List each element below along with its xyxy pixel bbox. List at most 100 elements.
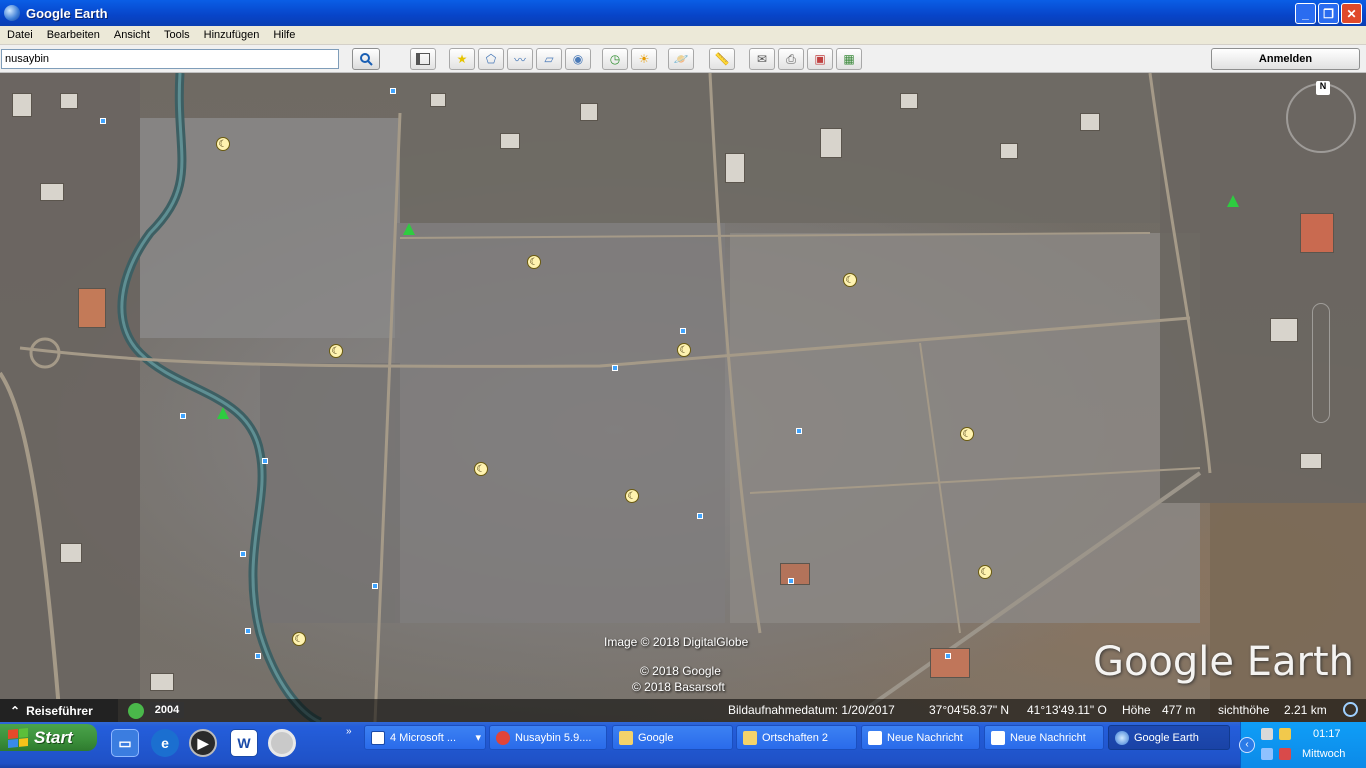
historical-imagery-button[interactable]: ◷ bbox=[602, 48, 628, 70]
task-mail-2[interactable]: Neue Nachricht bbox=[984, 725, 1104, 750]
earth-map-view[interactable]: ☾ ☾ ☾ ☾ ☾ ☾ ☾ ☾ ☾ ☾ N Image © 2018 Digit… bbox=[0, 73, 1366, 722]
sidebar-toggle-button[interactable] bbox=[410, 48, 436, 70]
tray-expand-icon[interactable]: ‹ bbox=[1239, 737, 1255, 753]
photo-pin[interactable] bbox=[697, 513, 703, 519]
login-button[interactable]: Anmelden bbox=[1211, 48, 1360, 70]
internet-explorer-icon[interactable]: e bbox=[151, 729, 179, 757]
park-marker[interactable] bbox=[217, 407, 229, 419]
menu-bearbeiten[interactable]: Bearbeiten bbox=[40, 29, 107, 41]
email-button[interactable]: ✉ bbox=[749, 48, 775, 70]
menu-hinzufuegen[interactable]: Hinzufügen bbox=[197, 29, 267, 41]
clock-icon: ◷ bbox=[609, 52, 621, 66]
task-word[interactable]: 4 Microsoft ... ▾ bbox=[364, 725, 486, 750]
menu-tools[interactable]: Tools bbox=[157, 29, 197, 41]
mosque-marker[interactable]: ☾ bbox=[292, 632, 306, 646]
media-player-icon[interactable]: ▶ bbox=[189, 729, 217, 757]
menu-hilfe[interactable]: Hilfe bbox=[266, 29, 302, 41]
save-image-button[interactable]: ▣ bbox=[807, 48, 833, 70]
photo-pin[interactable] bbox=[680, 328, 686, 334]
menu-datei[interactable]: Datei bbox=[0, 29, 40, 41]
photo-pin[interactable] bbox=[788, 578, 794, 584]
toolbar: ★ ⬠ 〰 ▱ ◉ ◷ ☀ 🪐 📏 ✉ ⎙ ▣ ▦ Anmelden bbox=[0, 45, 1366, 73]
window-title: Google Earth bbox=[26, 5, 108, 21]
polygon-icon: ⬠ bbox=[485, 52, 497, 66]
path-icon: 〰 bbox=[513, 52, 526, 67]
task-mail-1[interactable]: Neue Nachricht bbox=[861, 725, 980, 750]
zoom-slider[interactable] bbox=[1312, 303, 1330, 423]
menu-ansicht[interactable]: Ansicht bbox=[107, 29, 157, 41]
historical-clock-icon[interactable] bbox=[128, 703, 144, 719]
expand-icon: ⌃ bbox=[10, 703, 21, 718]
minimize-button[interactable]: _ bbox=[1295, 3, 1316, 24]
show-desktop-icon[interactable]: ▭ bbox=[111, 729, 139, 757]
tour-guide-button[interactable]: ⌃ Reiseführer bbox=[0, 699, 118, 722]
start-label: Start bbox=[34, 727, 73, 747]
start-button[interactable]: Start bbox=[0, 724, 97, 751]
mosque-marker[interactable]: ☾ bbox=[677, 343, 691, 357]
save-image-icon: ▣ bbox=[814, 52, 826, 66]
task-label: 4 Microsoft ... bbox=[390, 731, 457, 744]
north-indicator[interactable]: N bbox=[1316, 81, 1330, 95]
park-marker[interactable] bbox=[403, 223, 415, 235]
photo-pin[interactable] bbox=[255, 653, 261, 659]
photo-pin[interactable] bbox=[372, 583, 378, 589]
eye-altitude-label: sichthöhe bbox=[1218, 703, 1270, 717]
task-chrome[interactable]: Nusaybin 5.9.... bbox=[489, 725, 607, 750]
photo-pin[interactable] bbox=[180, 413, 186, 419]
photo-pin[interactable] bbox=[240, 551, 246, 557]
mosque-marker[interactable]: ☾ bbox=[625, 489, 639, 503]
mosque-marker[interactable]: ☾ bbox=[474, 462, 488, 476]
imagery-year[interactable]: 2004 bbox=[150, 702, 184, 718]
maximize-button[interactable]: ❐ bbox=[1318, 3, 1339, 24]
search-input[interactable] bbox=[1, 49, 339, 69]
mosque-marker[interactable]: ☾ bbox=[527, 255, 541, 269]
switch-planet-button[interactable]: 🪐 bbox=[668, 48, 694, 70]
mail-icon bbox=[991, 730, 1005, 745]
elevation-value: 477 m bbox=[1162, 703, 1196, 717]
network-icon[interactable] bbox=[1261, 728, 1273, 740]
photo-pin[interactable] bbox=[796, 428, 802, 434]
mosque-marker[interactable]: ☾ bbox=[216, 137, 230, 151]
photo-pin[interactable] bbox=[262, 458, 268, 464]
record-tour-button[interactable]: ◉ bbox=[565, 48, 591, 70]
volume-icon[interactable] bbox=[1261, 748, 1273, 760]
clock-time[interactable]: 01:17 bbox=[1313, 728, 1341, 740]
add-path-button[interactable]: 〰 bbox=[507, 48, 533, 70]
mosque-marker[interactable]: ☾ bbox=[960, 427, 974, 441]
task-folder-google[interactable]: Google bbox=[612, 725, 733, 750]
add-image-overlay-button[interactable]: ▱ bbox=[536, 48, 562, 70]
photo-pin[interactable] bbox=[945, 653, 951, 659]
close-button[interactable]: ✕ bbox=[1341, 3, 1362, 24]
print-button[interactable]: ⎙ bbox=[778, 48, 804, 70]
mosque-marker[interactable]: ☾ bbox=[329, 344, 343, 358]
imagery-date: Bildaufnahmedatum: 1/20/2017 bbox=[728, 703, 895, 717]
photo-pin[interactable] bbox=[612, 365, 618, 371]
search-icon bbox=[360, 53, 373, 66]
task-label: Google bbox=[638, 731, 674, 744]
compass-ring[interactable]: N bbox=[1286, 81, 1356, 153]
search-button[interactable] bbox=[352, 48, 380, 70]
security-icon[interactable] bbox=[1279, 748, 1291, 760]
tour-icon: ◉ bbox=[572, 52, 584, 66]
add-placemark-button[interactable]: ★ bbox=[449, 48, 475, 70]
mosque-marker[interactable]: ☾ bbox=[843, 273, 857, 287]
photo-pin[interactable] bbox=[245, 628, 251, 634]
word-icon[interactable]: W bbox=[230, 729, 258, 757]
photo-pin[interactable] bbox=[100, 118, 106, 124]
status-bar: ⌃ Reiseführer 2004 Bildaufnahmedatum: 1/… bbox=[0, 699, 1366, 722]
task-label: Ortschaften 2 bbox=[762, 731, 829, 744]
mosque-marker[interactable]: ☾ bbox=[978, 565, 992, 579]
sunlight-button[interactable]: ☀ bbox=[631, 48, 657, 70]
task-google-earth[interactable]: Google Earth bbox=[1108, 725, 1230, 750]
chrome-icon[interactable] bbox=[268, 729, 296, 757]
windows-logo-icon bbox=[8, 727, 28, 748]
view-in-maps-button[interactable]: ▦ bbox=[836, 48, 862, 70]
ruler-button[interactable]: 📏 bbox=[709, 48, 735, 70]
sidebar-icon bbox=[416, 53, 430, 65]
quicklaunch-expand-icon[interactable]: » bbox=[346, 726, 352, 737]
warning-icon[interactable] bbox=[1279, 728, 1291, 740]
photo-pin[interactable] bbox=[390, 88, 396, 94]
add-polygon-button[interactable]: ⬠ bbox=[478, 48, 504, 70]
park-marker[interactable] bbox=[1227, 195, 1239, 207]
task-folder-ortschaften[interactable]: Ortschaften 2 bbox=[736, 725, 857, 750]
